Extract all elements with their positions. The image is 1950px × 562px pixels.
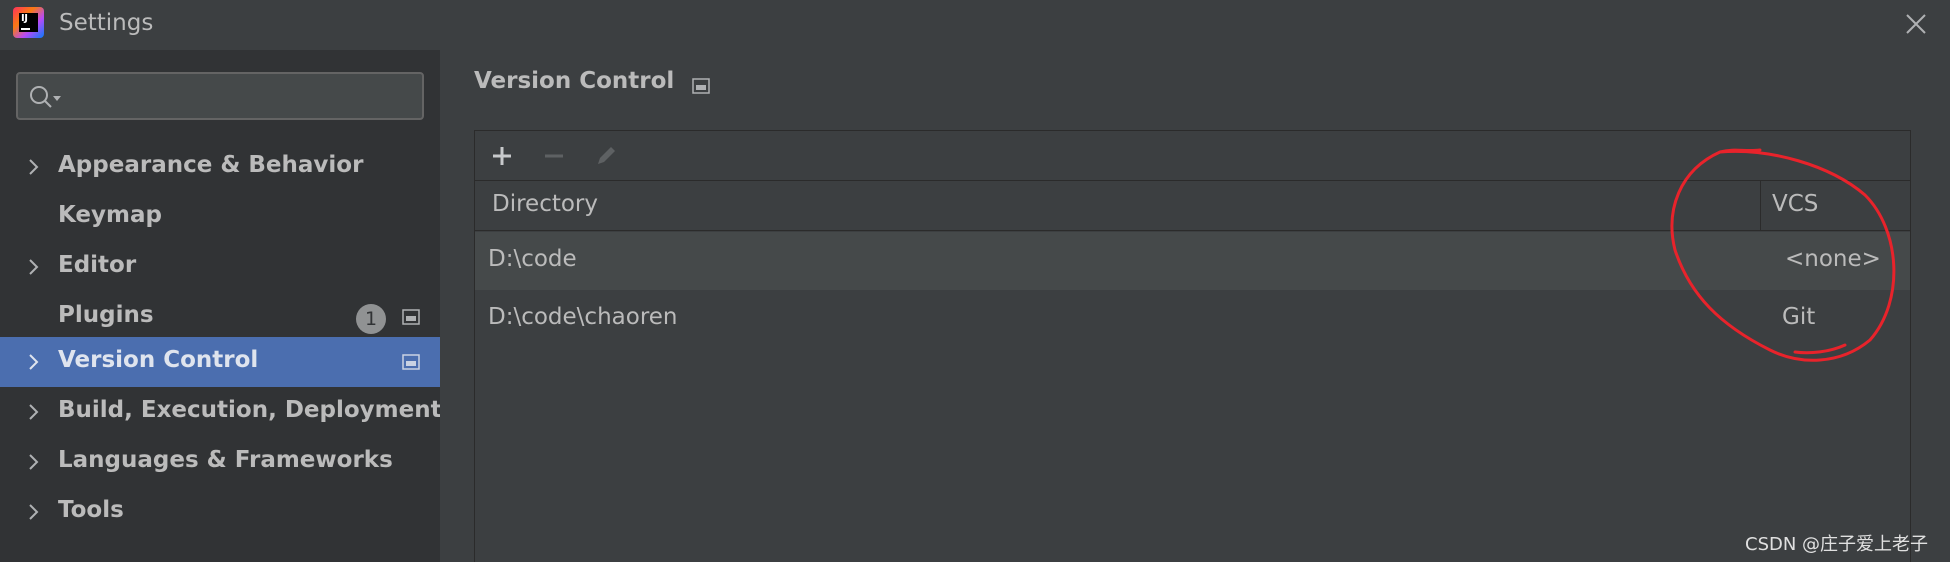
sidebar-item-keymap[interactable]: Keymap [0, 192, 440, 242]
page-title: Version Control [474, 68, 675, 94]
chevron-right-icon[interactable] [26, 352, 42, 372]
sidebar-item-label: Keymap [58, 202, 162, 228]
edit-icon[interactable] [593, 143, 619, 169]
sidebar-item-label: Appearance & Behavior [58, 152, 364, 178]
project-settings-icon [402, 308, 420, 326]
column-header-vcs[interactable]: VCS [1772, 191, 1818, 217]
sidebar-item-plugins[interactable]: Plugins 1 [0, 292, 440, 342]
remove-icon[interactable] [541, 143, 567, 169]
table-toolbar [475, 131, 1910, 181]
sidebar-item-tools[interactable]: Tools [0, 487, 440, 537]
chevron-right-icon[interactable] [26, 502, 42, 522]
column-divider[interactable] [1760, 181, 1761, 231]
table-header: Directory VCS [475, 181, 1910, 231]
sidebar-item-label: Build, Execution, Deployment [58, 397, 442, 423]
chevron-right-icon[interactable] [26, 402, 42, 422]
chevron-right-icon[interactable] [26, 257, 42, 277]
close-icon[interactable] [1903, 11, 1929, 37]
chevron-right-icon[interactable] [26, 157, 42, 177]
table-row[interactable]: D:\code\chaoren Git [475, 290, 1910, 348]
sidebar-item-label: Version Control [58, 347, 259, 373]
settings-sidebar: Appearance & Behavior Keymap Editor Plug… [0, 50, 442, 562]
table-row[interactable]: D:\code <none> [475, 232, 1910, 290]
sidebar-item-languages-frameworks[interactable]: Languages & Frameworks [0, 437, 440, 487]
search-icon[interactable] [28, 84, 62, 110]
sidebar-item-label: Editor [58, 252, 137, 278]
update-count-badge: 1 [356, 304, 386, 334]
sidebar-item-version-control[interactable]: Version Control [0, 337, 440, 387]
project-settings-icon [402, 353, 420, 371]
watermark: CSDN @庄子爱上老子 [1745, 534, 1929, 555]
vcs-mappings-table: Directory VCS D:\code <none> D:\code\cha… [474, 130, 1911, 562]
vcs-cell[interactable]: <none> [1785, 246, 1881, 272]
search-input[interactable] [16, 72, 424, 120]
sidebar-item-label: Plugins [58, 302, 154, 328]
add-icon[interactable] [489, 143, 515, 169]
window-title: Settings [59, 10, 154, 36]
settings-content: Version Control Directory VCS D:\code <n… [440, 50, 1950, 562]
title-bar: IJ Settings [0, 0, 1950, 50]
sidebar-item-label: Tools [58, 497, 124, 523]
directory-cell: D:\code [488, 246, 577, 272]
intellij-logo-icon: IJ [13, 7, 44, 38]
project-settings-icon [692, 77, 710, 95]
sidebar-item-appearance-behavior[interactable]: Appearance & Behavior [0, 142, 440, 192]
column-header-directory[interactable]: Directory [492, 191, 598, 217]
sidebar-item-build-execution-deployment[interactable]: Build, Execution, Deployment [0, 387, 442, 437]
vcs-cell[interactable]: Git [1782, 304, 1815, 330]
sidebar-item-label: Languages & Frameworks [58, 447, 393, 473]
sidebar-item-editor[interactable]: Editor [0, 242, 440, 292]
chevron-right-icon[interactable] [26, 452, 42, 472]
directory-cell: D:\code\chaoren [488, 304, 678, 330]
